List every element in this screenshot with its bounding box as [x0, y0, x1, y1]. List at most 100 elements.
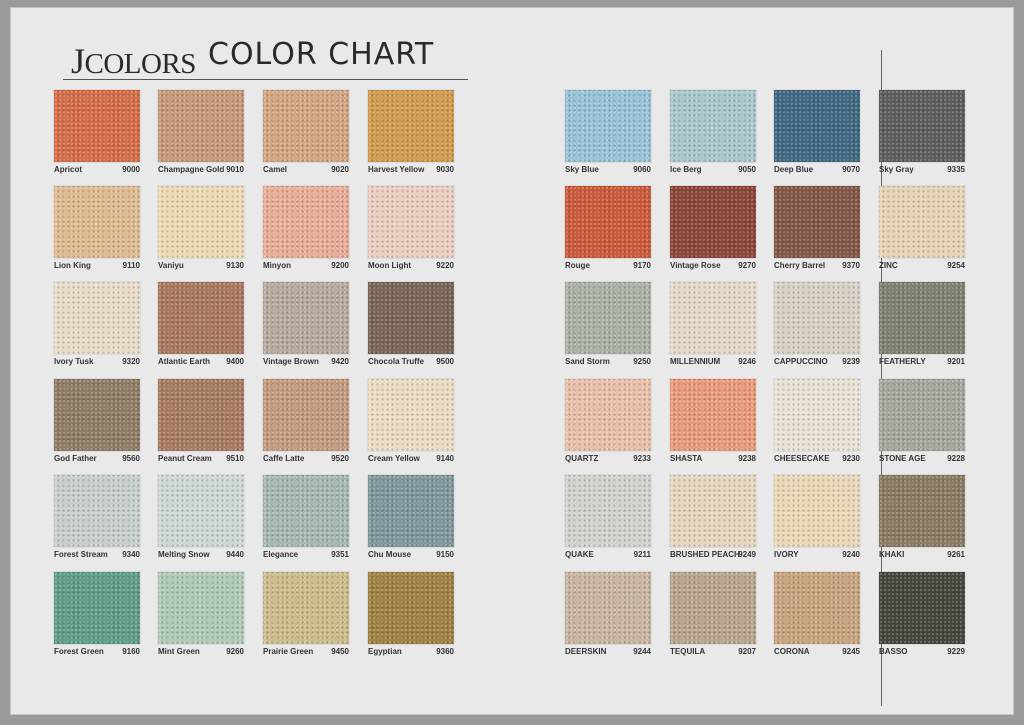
chip-texture: [368, 282, 454, 354]
chip-texture: [565, 475, 651, 547]
color-code: 9440: [226, 550, 244, 559]
color-name: Peanut Cream: [158, 454, 212, 463]
chip-texture: [774, 475, 860, 547]
color-name: Vintage Rose: [670, 261, 721, 270]
color-chip: [670, 572, 756, 644]
color-name: KHAKI: [879, 550, 905, 559]
color-swatch: Lion King 9110: [54, 186, 140, 272]
color-code: 9229: [947, 647, 965, 656]
swatch-label: Champagne Gold 9010: [158, 165, 244, 177]
color-swatch: CORONA 9245: [774, 572, 860, 658]
color-chip: [879, 186, 965, 258]
color-code: 9170: [633, 261, 651, 270]
chip-texture: [565, 90, 651, 162]
color-chip: [158, 90, 244, 162]
chip-texture: [670, 572, 756, 644]
color-chip: [879, 475, 965, 547]
color-chip: [565, 282, 651, 354]
color-swatch: Caffe Latte 9520: [263, 379, 349, 465]
color-swatch: Chocola Truffe 9500: [368, 282, 454, 368]
color-name: STONE AGE: [879, 454, 926, 463]
color-name: Caffe Latte: [263, 454, 305, 463]
color-chip: [879, 379, 965, 451]
color-chip: [565, 379, 651, 451]
color-chip: [158, 572, 244, 644]
swatch-label: Rouge 9170: [565, 261, 651, 273]
swatch-label: Harvest Yellow 9030: [368, 165, 454, 177]
color-swatch: CAPPUCCINO 9239: [774, 282, 860, 368]
chip-texture: [368, 379, 454, 451]
color-chip: [263, 379, 349, 451]
color-swatch: Forest Green 9160: [54, 572, 140, 658]
color-code: 9340: [122, 550, 140, 559]
color-code: 9370: [842, 261, 860, 270]
color-name: Mint Green: [158, 647, 200, 656]
color-name: Deep Blue: [774, 165, 814, 174]
color-code: 9240: [842, 550, 860, 559]
color-code: 9450: [331, 647, 349, 656]
chip-texture: [879, 90, 965, 162]
color-swatch: STONE AGE 9228: [879, 379, 965, 465]
color-code: 9230: [842, 454, 860, 463]
color-code: 9250: [633, 357, 651, 366]
color-chip: [774, 186, 860, 258]
color-code: 9254: [947, 261, 965, 270]
color-chip: [158, 475, 244, 547]
color-swatch: Chu Mouse 9150: [368, 475, 454, 561]
color-swatch: Peanut Cream 9510: [158, 379, 244, 465]
color-chip: [54, 475, 140, 547]
color-chart-page: JCOLORS COLOR CHART Apricot 9000 Champagne…: [10, 7, 1014, 715]
swatch-label: CORONA 9245: [774, 647, 860, 659]
color-name: Prairie Green: [263, 647, 314, 656]
swatch-label: Sky Gray 9335: [879, 165, 965, 177]
color-name: Sand Storm: [565, 357, 610, 366]
color-chip: [565, 186, 651, 258]
color-name: DEERSKIN: [565, 647, 607, 656]
color-code: 9260: [226, 647, 244, 656]
chip-texture: [368, 475, 454, 547]
color-code: 9140: [436, 454, 454, 463]
chip-texture: [158, 282, 244, 354]
color-chip: [263, 572, 349, 644]
chip-texture: [263, 186, 349, 258]
color-name: Minyon: [263, 261, 291, 270]
color-name: CHEESECAKE: [774, 454, 830, 463]
color-swatch: QUAKE 9211: [565, 475, 651, 561]
color-swatch: Ice Berg 9050: [670, 90, 756, 176]
color-chip: [54, 186, 140, 258]
color-chip: [263, 90, 349, 162]
chip-texture: [879, 475, 965, 547]
color-chip: [263, 186, 349, 258]
color-code: 9150: [436, 550, 454, 559]
swatch-label: Melting Snow 9440: [158, 550, 244, 562]
swatch-label: FEATHERLY 9201: [879, 357, 965, 369]
swatch-label: TEQUILA 9207: [670, 647, 756, 659]
swatch-label: Atlantic Earth 9400: [158, 357, 244, 369]
color-chip: [670, 379, 756, 451]
chip-texture: [263, 282, 349, 354]
chip-texture: [368, 90, 454, 162]
chip-texture: [54, 186, 140, 258]
color-swatch: Cherry Barrel 9370: [774, 186, 860, 272]
color-chip: [263, 282, 349, 354]
color-name: Elegance: [263, 550, 299, 559]
chip-texture: [158, 379, 244, 451]
color-swatch: Mint Green 9260: [158, 572, 244, 658]
color-name: God Father: [54, 454, 97, 463]
swatch-label: QUAKE 9211: [565, 550, 651, 562]
swatch-label: Vintage Brown 9420: [263, 357, 349, 369]
color-name: Ice Berg: [670, 165, 702, 174]
chart-subtitle: COLOR CHART: [208, 37, 435, 72]
color-swatch: Harvest Yellow 9030: [368, 90, 454, 176]
color-code: 9320: [122, 357, 140, 366]
color-name: Rouge: [565, 261, 590, 270]
color-chip: [670, 475, 756, 547]
color-name: Sky Blue: [565, 165, 599, 174]
color-name: FEATHERLY: [879, 357, 926, 366]
color-chip: [368, 282, 454, 354]
chip-texture: [54, 379, 140, 451]
color-code: 9238: [738, 454, 756, 463]
color-code: 9560: [122, 454, 140, 463]
color-name: QUARTZ: [565, 454, 599, 463]
color-chip: [670, 282, 756, 354]
